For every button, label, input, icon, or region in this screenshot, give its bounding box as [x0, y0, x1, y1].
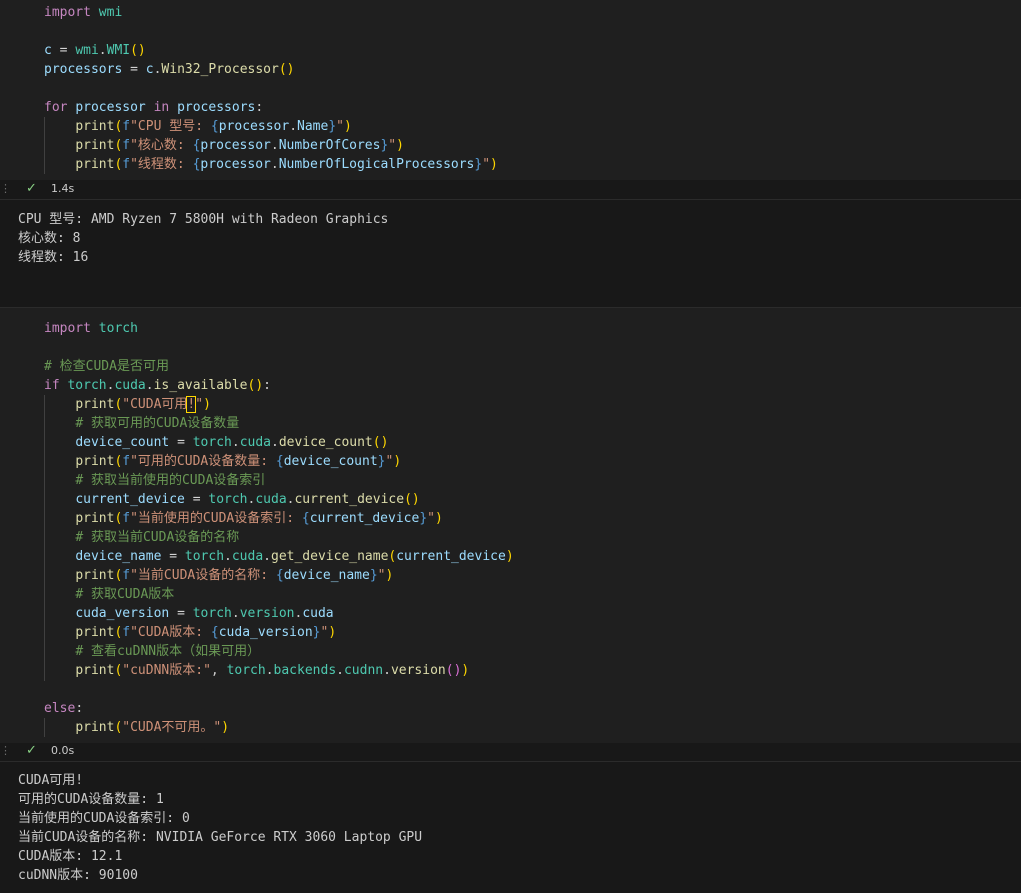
- output-line: 当前CUDA设备的名称: NVIDIA GeForce RTX 3060 Lap…: [18, 830, 423, 845]
- code-line[interactable]: # 获取当前CUDA设备的名称: [44, 528, 239, 547]
- cell-divider: [0, 199, 1021, 200]
- cell-1-status: ⋮ ✓ 1.4s: [0, 179, 1021, 199]
- code-line[interactable]: import wmi: [44, 3, 122, 22]
- cell-divider: [0, 761, 1021, 762]
- execution-time: 1.4s: [51, 182, 75, 195]
- code-line[interactable]: device_count = torch.cuda.device_count(): [44, 433, 388, 452]
- code-line[interactable]: # 获取可用的CUDA设备数量: [44, 414, 239, 433]
- code-line[interactable]: print(f"核心数: {processor.NumberOfCores}"): [44, 136, 404, 155]
- code-line[interactable]: print(f"当前CUDA设备的名称: {device_name}"): [44, 566, 393, 585]
- code-line[interactable]: for processor in processors:: [44, 98, 263, 117]
- code-cell-2[interactable]: import torch # 检查CUDA是否可用 if torch.cuda.…: [0, 307, 1021, 743]
- output-line: 可用的CUDA设备数量: 1: [18, 792, 164, 807]
- code-line[interactable]: print("CUDA可用!"): [44, 395, 211, 414]
- code-line[interactable]: print("CUDA不可用。"): [44, 718, 229, 737]
- code-line[interactable]: device_name = torch.cuda.get_device_name…: [44, 547, 513, 566]
- output-line: 线程数: 16: [18, 250, 89, 265]
- code-line[interactable]: cuda_version = torch.version.cuda: [44, 604, 333, 623]
- code-line[interactable]: print("cuDNN版本:", torch.backends.cudnn.v…: [44, 661, 469, 680]
- code-line[interactable]: current_device = torch.cuda.current_devi…: [44, 490, 419, 509]
- output-line: CPU 型号: AMD Ryzen 7 5800H with Radeon Gr…: [18, 212, 389, 227]
- code-line[interactable]: print(f"CUDA版本: {cuda_version}"): [44, 623, 336, 642]
- code-line[interactable]: print(f"可用的CUDA设备数量: {device_count}"): [44, 452, 401, 471]
- code-cell-1[interactable]: import wmi c = wmi.WMI() processors = c.…: [0, 0, 1021, 180]
- code-line[interactable]: print(f"当前使用的CUDA设备索引: {current_device}"…: [44, 509, 442, 528]
- code-line[interactable]: # 获取当前使用的CUDA设备索引: [44, 471, 265, 490]
- code-line[interactable]: if torch.cuda.is_available():: [44, 376, 271, 395]
- output-line: cuDNN版本: 90100: [18, 868, 138, 883]
- output-line: 当前使用的CUDA设备索引: 0: [18, 811, 190, 826]
- code-line[interactable]: # 检查CUDA是否可用: [44, 357, 169, 376]
- collapse-gutter-icon[interactable]: ⋮: [0, 741, 11, 761]
- output-line: CUDA可用!: [18, 773, 84, 788]
- check-icon: ✓: [26, 181, 37, 196]
- check-icon: ✓: [26, 743, 37, 758]
- code-line[interactable]: c = wmi.WMI(): [44, 41, 146, 60]
- code-line[interactable]: # 查看cuDNN版本（如果可用）: [44, 642, 260, 661]
- output-line: CUDA版本: 12.1: [18, 849, 123, 864]
- code-line[interactable]: print(f"CPU 型号: {processor.Name}"): [44, 117, 352, 136]
- cell-2-status: ⋮ ✓ 0.0s: [0, 741, 1021, 761]
- collapse-gutter-icon[interactable]: ⋮: [0, 179, 11, 199]
- code-line[interactable]: else:: [44, 699, 83, 718]
- code-line[interactable]: processors = c.Win32_Processor(): [44, 60, 294, 79]
- code-line[interactable]: import torch: [44, 319, 138, 338]
- code-line[interactable]: print(f"线程数: {processor.NumberOfLogicalP…: [44, 155, 498, 174]
- code-line[interactable]: # 获取CUDA版本: [44, 585, 174, 604]
- execution-time: 0.0s: [51, 744, 75, 757]
- output-line: 核心数: 8: [18, 231, 81, 246]
